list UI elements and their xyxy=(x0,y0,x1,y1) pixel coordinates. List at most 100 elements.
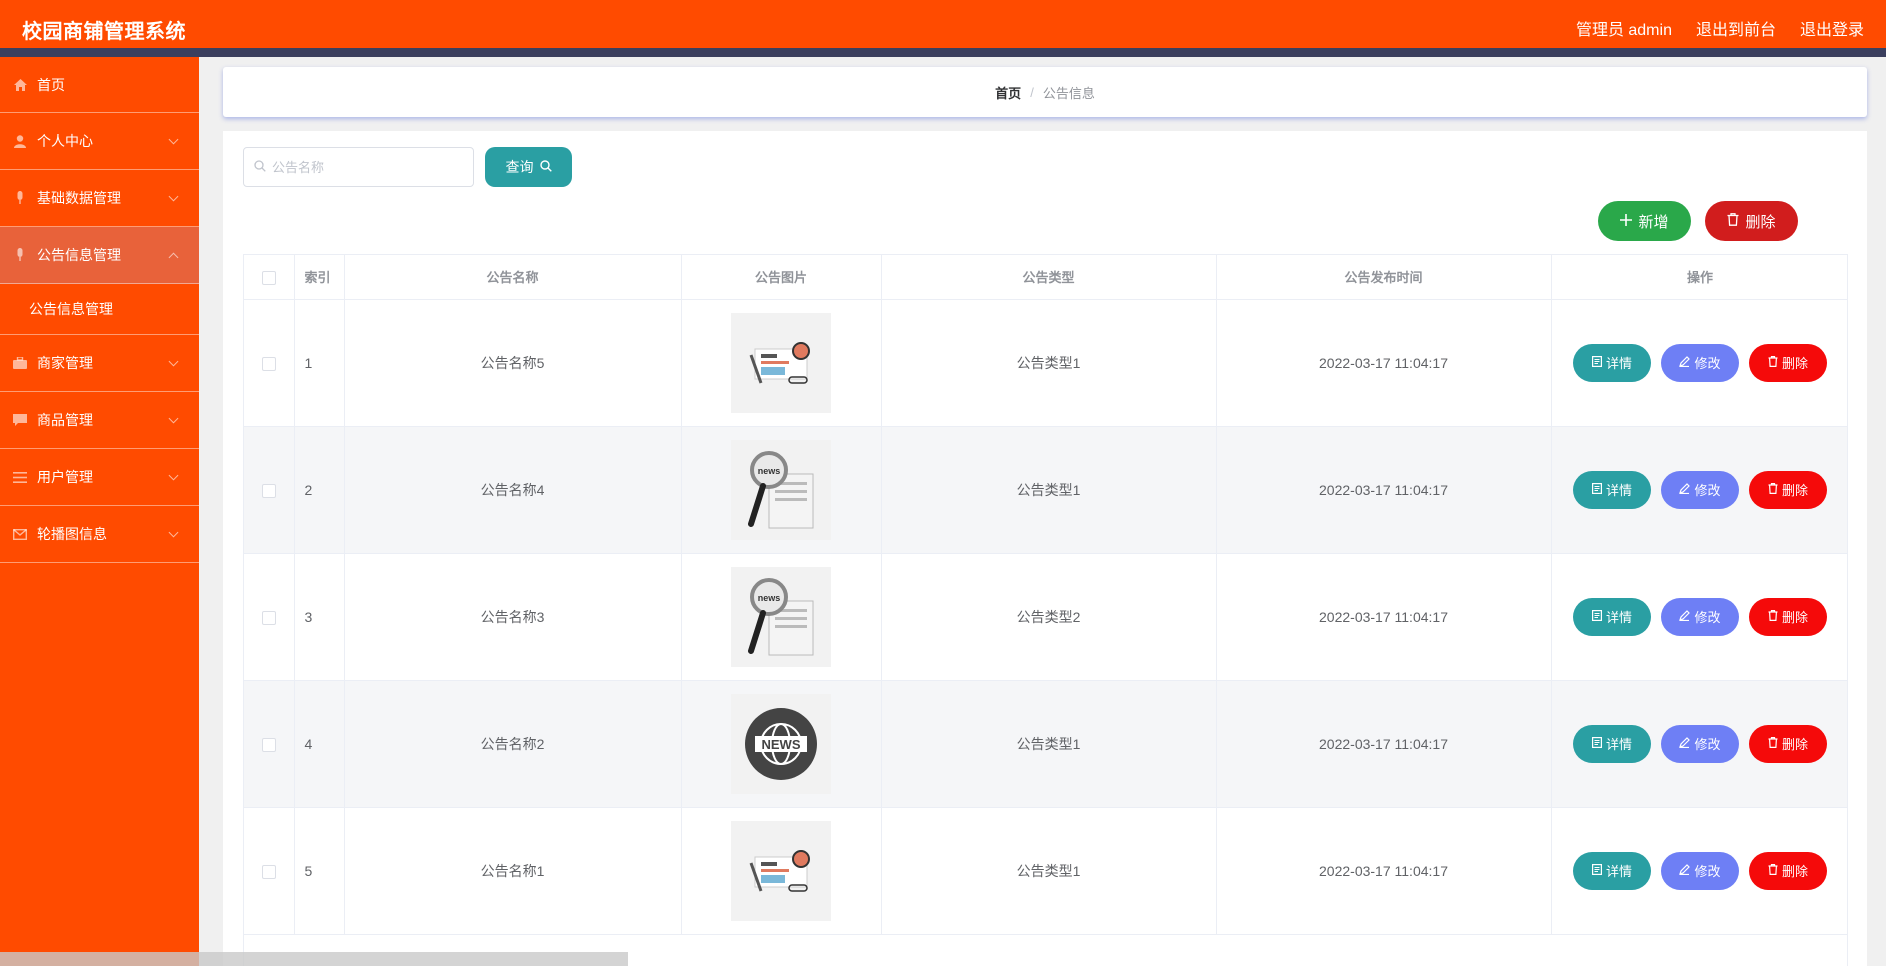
cell-actions: 详情 修改 删除 xyxy=(1551,299,1847,427)
sidebar-item-users[interactable]: 用户管理 xyxy=(0,449,199,506)
batch-delete-label: 删除 xyxy=(1745,213,1776,231)
select-all-checkbox[interactable] xyxy=(261,270,276,285)
delete-button[interactable]: 删除 xyxy=(1749,724,1827,763)
edit-button[interactable]: 修改 xyxy=(1661,597,1739,636)
delete-button[interactable]: 删除 xyxy=(1749,597,1827,636)
add-button[interactable]: 新增 xyxy=(1598,201,1691,241)
sidebar-item-merchant[interactable]: 商家管理 xyxy=(0,335,199,392)
top-header: 校园商铺管理系统 管理员 admin 退出到前台 退出登录 xyxy=(0,0,1886,57)
cell-image: news xyxy=(681,426,882,554)
chat-icon xyxy=(12,412,28,428)
sidebar-item-label: 首页 xyxy=(37,76,65,93)
row-checkbox[interactable] xyxy=(261,864,276,879)
sidebar-item-carousel[interactable]: 轮播图信息 xyxy=(0,506,199,563)
cell-time: 2022-03-17 11:04:17 xyxy=(1216,680,1552,808)
notice-image[interactable] xyxy=(731,312,831,413)
notice-image[interactable]: NEWS xyxy=(731,693,831,794)
detail-button[interactable]: 详情 xyxy=(1573,851,1651,890)
detail-button[interactable]: 详情 xyxy=(1573,470,1651,509)
row-checkbox[interactable] xyxy=(261,737,276,752)
search-field[interactable] xyxy=(243,147,474,187)
sidebar-item-notice[interactable]: 公告信息管理 xyxy=(0,227,199,284)
breadcrumb-home[interactable]: 首页 xyxy=(995,83,1021,102)
batch-delete-button[interactable]: 删除 xyxy=(1705,201,1798,241)
cell-time: 2022-03-17 11:04:17 xyxy=(1216,299,1552,427)
cell-image xyxy=(681,299,882,427)
breadcrumb-separator: / xyxy=(1030,84,1034,100)
query-button[interactable]: 查询 xyxy=(485,147,572,187)
row-checkbox[interactable] xyxy=(261,356,276,371)
admin-label[interactable]: 管理员 admin xyxy=(1576,16,1672,40)
delete-button[interactable]: 删除 xyxy=(1749,851,1827,890)
sidebar-item-home[interactable]: 首页 xyxy=(0,57,199,113)
cell-actions: 详情 修改 删除 xyxy=(1551,426,1847,554)
detail-button-label: 详情 xyxy=(1605,864,1632,879)
cell-time: 2022-03-17 11:04:17 xyxy=(1216,553,1552,681)
edit-button[interactable]: 修改 xyxy=(1661,343,1739,382)
chevron-down-icon xyxy=(168,470,179,481)
edit-button[interactable]: 修改 xyxy=(1661,724,1739,763)
row-checkbox[interactable] xyxy=(261,610,276,625)
svg-text:news: news xyxy=(758,593,781,603)
svg-text:NEWS: NEWS xyxy=(762,737,801,752)
breadcrumb: 首页 / 公告信息 xyxy=(223,67,1867,117)
chevron-down-icon xyxy=(168,134,179,145)
detail-button[interactable]: 详情 xyxy=(1573,724,1651,763)
column-header-index: 索引 xyxy=(294,255,345,300)
table-row: 4 公告名称2 NEWS 公告类型1 2022-03-17 11:04:17 详情 修改 删除 xyxy=(244,680,1847,808)
cell-name: 公告名称2 xyxy=(344,680,682,808)
edit-button-label: 修改 xyxy=(1694,737,1721,752)
notice-image[interactable]: news xyxy=(731,439,831,540)
cell-actions: 详情 修改 删除 xyxy=(1551,553,1847,681)
cell-index: 5 xyxy=(294,807,345,935)
edit-icon xyxy=(1679,736,1691,751)
cell-index: 2 xyxy=(294,426,345,554)
sidebar-item-label: 公告信息管理 xyxy=(37,247,121,263)
notice-table: 索引 公告名称 公告图片 公告类型 公告发布时间 操作 1 公告名称5 公告类型1 2… xyxy=(243,254,1848,966)
cell-image xyxy=(681,807,882,935)
logout-link[interactable]: 退出登录 xyxy=(1800,16,1864,40)
row-select-cell xyxy=(244,426,295,554)
svg-text:news: news xyxy=(758,466,781,476)
trash-icon xyxy=(1768,482,1778,497)
edit-icon xyxy=(1679,609,1691,624)
main-content: 首页 / 公告信息 查询 新增 删除 xyxy=(199,57,1886,966)
notice-image[interactable] xyxy=(731,820,831,921)
sidebar-item-goods[interactable]: 商品管理 xyxy=(0,392,199,449)
table-header-row: 索引 公告名称 公告图片 公告类型 公告发布时间 操作 xyxy=(244,255,1847,300)
cell-image: news xyxy=(681,553,882,681)
app-title: 校园商铺管理系统 xyxy=(22,21,186,43)
document-icon xyxy=(1591,609,1602,624)
delete-button-label: 删除 xyxy=(1781,356,1808,371)
cell-type: 公告类型1 xyxy=(881,299,1217,427)
mail-icon xyxy=(12,526,28,542)
sidebar-item-label: 基础数据管理 xyxy=(37,190,121,206)
detail-button-label: 详情 xyxy=(1605,356,1632,371)
trash-icon xyxy=(1768,736,1778,751)
pagination-area xyxy=(0,952,628,966)
cell-type: 公告类型1 xyxy=(881,680,1217,808)
edit-button[interactable]: 修改 xyxy=(1661,470,1739,509)
sidebar-item-basic-data[interactable]: 基础数据管理 xyxy=(0,170,199,227)
search-icon xyxy=(254,159,266,175)
notice-image[interactable]: news xyxy=(731,566,831,667)
search-input[interactable] xyxy=(272,159,462,175)
edit-button-label: 修改 xyxy=(1694,356,1721,371)
row-select-cell xyxy=(244,807,295,935)
delete-button[interactable]: 删除 xyxy=(1749,470,1827,509)
trash-icon xyxy=(1768,609,1778,624)
edit-button[interactable]: 修改 xyxy=(1661,851,1739,890)
sidebar-item-profile[interactable]: 个人中心 xyxy=(0,113,199,170)
breadcrumb-current: 公告信息 xyxy=(1042,85,1095,101)
home-icon xyxy=(12,77,28,93)
detail-button[interactable]: 详情 xyxy=(1573,343,1651,382)
delete-button[interactable]: 删除 xyxy=(1749,343,1827,382)
back-to-front-link[interactable]: 退出到前台 xyxy=(1696,16,1776,40)
table-row: 1 公告名称5 公告类型1 2022-03-17 11:04:17 详情 修改 删除 xyxy=(244,299,1847,427)
row-checkbox[interactable] xyxy=(261,483,276,498)
list-icon xyxy=(12,469,28,485)
submenu-item-notice[interactable]: 公告信息管理 xyxy=(0,284,199,335)
cell-index: 4 xyxy=(294,680,345,808)
detail-button[interactable]: 详情 xyxy=(1573,597,1651,636)
cell-type: 公告类型1 xyxy=(881,426,1217,554)
